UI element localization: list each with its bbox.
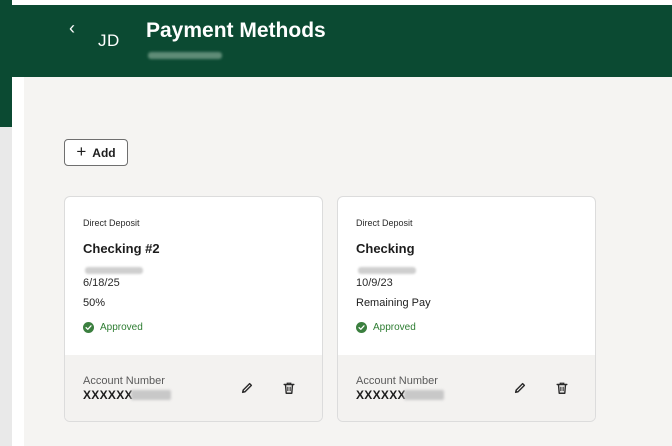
trash-icon <box>283 382 295 394</box>
check-circle-icon <box>356 322 367 333</box>
account-number-value: XXXXXX <box>356 388 406 402</box>
pencil-icon <box>241 382 253 394</box>
page-header: ‹ JD Payment Methods <box>12 5 672 77</box>
deposit-amount: Remaining Pay <box>356 297 431 309</box>
page-title: Payment Methods <box>146 19 326 42</box>
trash-icon <box>556 382 568 394</box>
status-badge: Approved <box>83 322 143 333</box>
account-number-value: XXXXXX <box>83 388 133 402</box>
add-button-label: Add <box>92 145 116 160</box>
card-footer: Account Number XXXXXX <box>65 355 322 421</box>
card-body: Direct Deposit Checking 10/9/23 Remainin… <box>338 197 595 355</box>
pencil-icon <box>514 382 526 394</box>
edit-button[interactable] <box>238 379 256 397</box>
payment-type: Direct Deposit <box>83 218 140 228</box>
delete-button[interactable] <box>280 379 298 397</box>
status-label: Approved <box>373 322 416 333</box>
deposit-amount: 50% <box>83 297 106 309</box>
redacted-info <box>85 267 143 274</box>
avatar-initials: JD <box>98 31 120 50</box>
redacted-account-digits <box>404 390 444 400</box>
chevron-left-icon: ‹ <box>69 18 75 38</box>
account-name: Checking <box>356 241 415 256</box>
card-footer: Account Number XXXXXX <box>338 355 595 421</box>
back-button[interactable]: ‹ <box>62 17 82 39</box>
redacted-subtitle <box>148 52 222 59</box>
account-number-label: Account Number <box>356 375 438 387</box>
left-edge-header <box>0 0 12 127</box>
effective-date: 10/9/23 <box>356 277 393 289</box>
redacted-account-digits <box>131 390 171 400</box>
plus-icon: + <box>76 142 87 161</box>
edit-button[interactable] <box>511 379 529 397</box>
account-name: Checking #2 <box>83 241 160 256</box>
redacted-info <box>358 267 416 274</box>
account-number-label: Account Number <box>83 375 165 387</box>
status-label: Approved <box>100 322 143 333</box>
payment-method-card[interactable]: Direct Deposit Checking 10/9/23 Remainin… <box>337 196 596 422</box>
left-edge-panel <box>0 0 12 446</box>
check-circle-icon <box>83 322 94 333</box>
status-badge: Approved <box>356 322 416 333</box>
payment-type: Direct Deposit <box>356 218 413 228</box>
payment-method-card[interactable]: Direct Deposit Checking #2 6/18/25 50% A… <box>64 196 323 422</box>
add-button[interactable]: + Add <box>64 139 128 166</box>
card-body: Direct Deposit Checking #2 6/18/25 50% A… <box>65 197 322 355</box>
effective-date: 6/18/25 <box>83 277 120 289</box>
delete-button[interactable] <box>553 379 571 397</box>
